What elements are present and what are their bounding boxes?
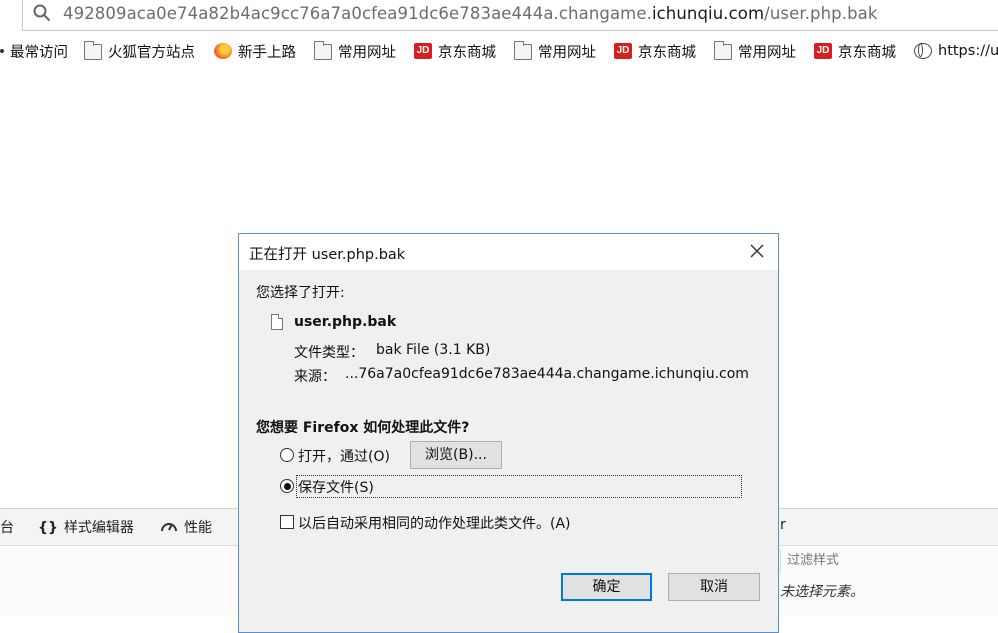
url-domain: ichunqiu.com <box>651 4 765 23</box>
open-file-dialog: 正在打开 user.php.bak 您选择了打开: user.php.bak 文… <box>238 233 779 633</box>
action-question: 您想要 Firefox 如何处理此文件? <box>256 420 470 436</box>
cancel-button[interactable]: 取消 <box>668 573 760 601</box>
bookmark-most-visited[interactable]: 最常访问 <box>0 40 68 62</box>
bookmark-common-sites-3[interactable]: 常用网址 <box>714 40 796 62</box>
bookmark-label: 京东商城 <box>638 44 696 61</box>
globe-icon <box>914 43 932 59</box>
close-icon[interactable] <box>748 242 766 260</box>
bookmark-label: 最常访问 <box>10 44 68 61</box>
folder-icon <box>514 41 532 60</box>
no-element-selected: 未选择元素。 <box>780 584 864 600</box>
filter-styles-input[interactable]: 过滤样式 <box>780 549 998 573</box>
bookmark-jd-3[interactable]: JD 京东商城 <box>814 40 896 62</box>
bookmark-label: 火狐官方站点 <box>108 44 195 61</box>
jd-icon: JD <box>614 43 632 59</box>
bookmark-label: 常用网址 <box>338 44 396 61</box>
bookmark-label: 常用网址 <box>538 44 596 61</box>
filter-placeholder: 过滤样式 <box>787 553 840 568</box>
folder-icon <box>84 41 102 60</box>
bookmark-common-sites-1[interactable]: 常用网址 <box>314 40 396 62</box>
gauge-icon <box>161 523 177 532</box>
auto-action-label[interactable]: 以后自动采用相同的动作处理此类文件。(A) <box>298 513 571 533</box>
you-chose-label: 您选择了打开: <box>256 285 345 301</box>
folder-icon <box>314 41 332 60</box>
firefox-icon <box>214 43 232 59</box>
jd-icon: JD <box>814 43 832 59</box>
file-type-value: bak File (3.1 KB) <box>376 342 491 358</box>
bookmark-label: 京东商城 <box>838 44 896 61</box>
open-with-label[interactable]: 打开，通过(O) <box>298 446 390 466</box>
bookmark-jd-1[interactable]: JD 京东商城 <box>414 40 496 62</box>
tab-label: 样式编辑器 <box>63 520 134 536</box>
save-file-label[interactable]: 保存文件(S) <box>298 477 374 497</box>
bookmark-common-sites-2[interactable]: 常用网址 <box>514 40 596 62</box>
save-file-radio[interactable] <box>280 479 294 493</box>
file-icon <box>271 314 283 330</box>
tab-partial-right[interactable]: r <box>780 517 786 533</box>
ok-button[interactable]: 确定 <box>561 573 652 601</box>
source-label: 来源： <box>294 369 336 385</box>
bookmark-firefox-site[interactable]: 火狐官方站点 <box>84 40 195 62</box>
dot-icon <box>0 49 4 53</box>
folder-icon <box>714 41 732 60</box>
bookmark-label: 京东商城 <box>438 44 496 61</box>
dialog-title: 正在打开 user.php.bak <box>249 247 406 263</box>
bookmark-label: 常用网址 <box>738 44 796 61</box>
file-type-label: 文件类型： <box>294 345 364 361</box>
bookmark-jd-2[interactable]: JD 京东商城 <box>614 40 696 62</box>
bookmark-label: https://u <box>938 43 998 59</box>
url-prefix: 492809aca0e74a82b4ac9cc76a7a0cfea91dc6e7… <box>63 4 652 23</box>
open-with-radio[interactable] <box>280 448 294 462</box>
auto-action-checkbox[interactable] <box>280 515 294 529</box>
bookmark-https[interactable]: https://u <box>914 40 998 62</box>
browse-button[interactable]: 浏览(B)... <box>410 441 502 469</box>
braces-icon: {} <box>38 520 58 536</box>
tab-console[interactable]: 台 <box>0 517 14 537</box>
jd-icon: JD <box>414 43 432 59</box>
bookmark-getting-started[interactable]: 新手上路 <box>214 40 296 62</box>
dialog-titlebar: 正在打开 user.php.bak <box>239 234 778 270</box>
tab-style-editor[interactable]: {} 样式编辑器 <box>38 517 134 537</box>
search-icon <box>33 4 51 22</box>
tab-performance[interactable]: 性能 <box>160 517 212 537</box>
url-text[interactable]: 492809aca0e74a82b4ac9cc76a7a0cfea91dc6e7… <box>63 4 878 23</box>
bookmarks-toolbar: 最常访问 火狐官方站点 新手上路 常用网址 JD 京东商城 常用网址 JD 京东… <box>0 36 998 66</box>
bookmark-label: 新手上路 <box>238 44 296 61</box>
source-value: ...76a7a0cfea91dc6e783ae444a.changame.ic… <box>345 366 749 382</box>
file-name: user.php.bak <box>294 314 397 330</box>
url-path: /user.php.bak <box>764 4 878 23</box>
tab-label: 性能 <box>184 520 212 536</box>
url-bar[interactable]: 492809aca0e74a82b4ac9cc76a7a0cfea91dc6e7… <box>22 0 998 31</box>
